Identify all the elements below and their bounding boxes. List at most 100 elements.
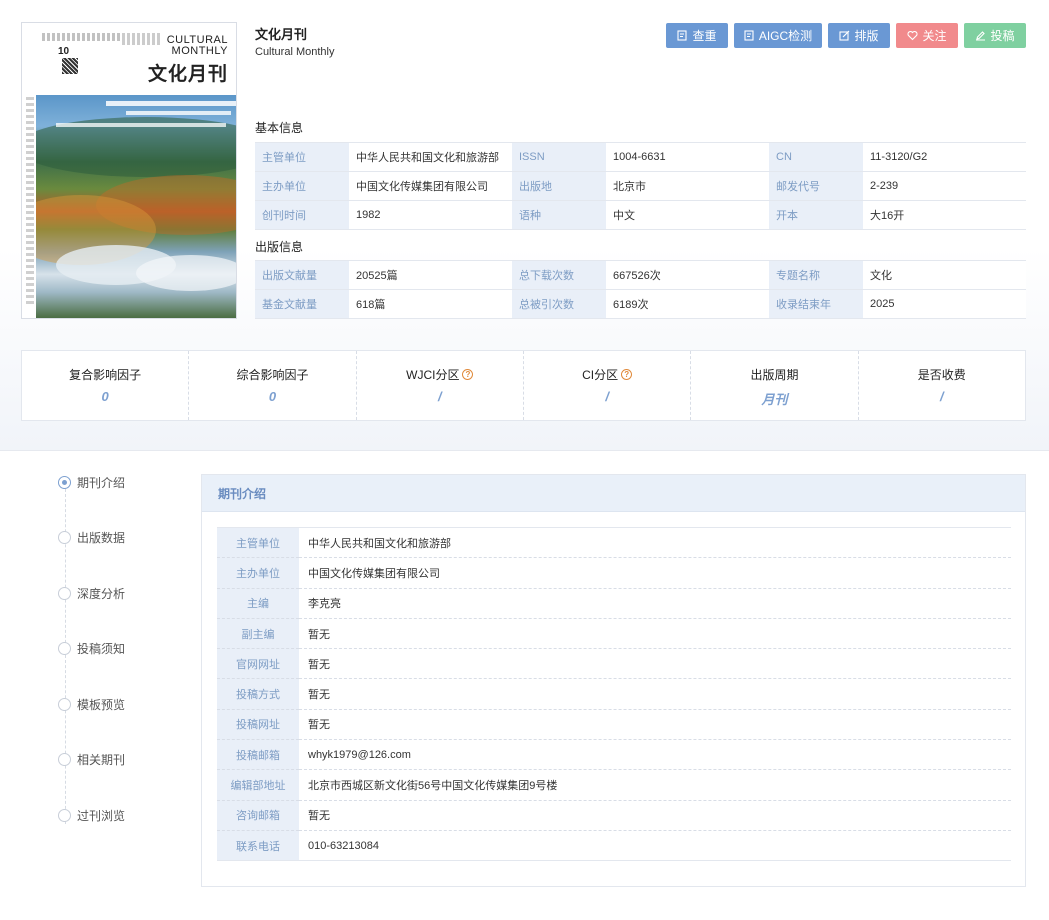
field-label: 邮发代号 xyxy=(769,171,863,201)
cover-masthead: 10 CULTURAL MONTHLY 文化月刊 xyxy=(22,23,236,93)
metric-label-text: 综合影响因子 xyxy=(236,368,309,382)
table-row: 投稿邮箱 whyk1979@126.com xyxy=(217,739,1011,770)
field-value: 中国文化传媒集团有限公司 xyxy=(299,557,1011,589)
nav-item-related-journals[interactable]: 相关期刊 xyxy=(58,749,125,769)
nav-item-label: 期刊介绍 xyxy=(77,475,126,490)
field-value: 20525篇 xyxy=(349,260,512,290)
radio-dot-icon xyxy=(58,808,71,822)
table-row: 编辑部地址 北京市西城区新文化街56号中国文化传媒集团9号楼 xyxy=(217,769,1011,801)
field-label: 收录结束年 xyxy=(769,289,863,319)
nav-item-deep-analysis[interactable]: 深度分析 xyxy=(58,583,125,603)
field-label: 主管单位 xyxy=(255,142,349,172)
field-value: whyk1979@126.com xyxy=(299,739,1011,770)
field-label: CN xyxy=(769,142,863,172)
table-row: 投稿方式 暂无 xyxy=(217,678,1011,710)
field-label: 投稿邮箱 xyxy=(217,739,299,770)
follow-button[interactable]: 关注 xyxy=(896,23,958,48)
journal-title: 文化月刊 xyxy=(255,27,308,42)
follow-label: 关注 xyxy=(922,29,947,43)
field-value: 中华人民共和国文化和旅游部 xyxy=(349,142,512,172)
metric-label: 是否收费 xyxy=(918,366,966,383)
section-divider xyxy=(0,450,1049,451)
radio-dot-icon xyxy=(58,530,71,544)
field-label: ISSN xyxy=(512,142,606,172)
field-label: 开本 xyxy=(769,200,863,230)
nav-item-journal-intro[interactable]: 期刊介绍 xyxy=(58,472,125,492)
field-value: 暂无 xyxy=(299,708,1011,740)
metric-label: 综合影响因子 xyxy=(236,366,308,383)
metric-label-text: WJCI分区 xyxy=(406,368,460,382)
nav-item-label: 相关期刊 xyxy=(77,752,126,767)
metric-value: 月刊 xyxy=(761,392,788,407)
nav-item-label: 投稿须知 xyxy=(77,641,126,656)
publishing-info-table: 出版文献量 20525篇 总下载次数 667526次 专题名称 文化 基金文献量… xyxy=(255,260,1026,319)
cover-chinese-title: 文化月刊 xyxy=(147,63,228,85)
field-value: 文化 xyxy=(863,260,1026,290)
submit-manuscript-button[interactable]: 投稿 xyxy=(964,23,1026,48)
aigc-detect-button[interactable]: AIGC检测 xyxy=(734,23,822,48)
plagiarism-check-button[interactable]: 查重 xyxy=(666,23,728,48)
field-value: 北京市西城区新文化街56号中国文化传媒集团9号楼 xyxy=(299,769,1011,801)
metric-label: CI分区? xyxy=(582,366,633,383)
basic-info-heading: 基本信息 xyxy=(255,121,304,135)
metrics-bar: 复合影响因子 0 综合影响因子 0 WJCI分区? / CI分区? / 出版周期… xyxy=(21,350,1026,421)
typesetting-button[interactable]: 排版 xyxy=(828,23,890,48)
publishing-info-heading: 出版信息 xyxy=(255,240,304,254)
journal-cover-image: 10 CULTURAL MONTHLY 文化月刊 xyxy=(21,22,237,319)
document-search-icon xyxy=(677,30,688,41)
journal-english-title: Cultural Monthly xyxy=(255,46,335,58)
cover-en-line2: MONTHLY xyxy=(171,45,228,57)
field-value: 暂无 xyxy=(299,799,1011,831)
panel-title: 期刊介绍 xyxy=(202,475,1025,512)
nav-item-template-preview[interactable]: 模板预览 xyxy=(58,694,125,714)
metric-value: / xyxy=(438,389,442,404)
table-row: 创刊时间 1982 语种 中文 开本 大16开 xyxy=(255,200,1026,230)
cover-fine-print xyxy=(42,33,122,41)
field-value: 2025 xyxy=(863,289,1026,319)
table-row: 主办单位 中国文化传媒集团有限公司 xyxy=(217,557,1011,589)
field-value: 1982 xyxy=(349,200,512,230)
help-icon[interactable]: ? xyxy=(621,369,633,380)
field-value: 667526次 xyxy=(606,260,769,290)
field-label: 编辑部地址 xyxy=(217,769,299,801)
table-row: 主管单位 中华人民共和国文化和旅游部 xyxy=(217,526,1011,558)
field-label: 主编 xyxy=(217,587,299,619)
cover-issue-number: 10 xyxy=(58,46,70,57)
radio-dot-icon xyxy=(58,586,71,600)
nav-item-past-issues[interactable]: 过刊浏览 xyxy=(58,805,125,825)
nav-item-publishing-data[interactable]: 出版数据 xyxy=(58,527,125,547)
journal-intro-table: 主管单位 中华人民共和国文化和旅游部 主办单位 中国文化传媒集团有限公司 主编 李克亮… xyxy=(217,526,1011,862)
nav-item-submission-guide[interactable]: 投稿须知 xyxy=(58,638,125,658)
radio-dot-icon xyxy=(58,641,71,655)
field-value: 暂无 xyxy=(299,617,1011,649)
metric-fee: 是否收费 / xyxy=(859,351,1025,420)
help-icon[interactable]: ? xyxy=(462,369,474,380)
nav-item-label: 出版数据 xyxy=(77,530,126,545)
field-value: 中文 xyxy=(606,200,769,230)
field-label: 官网网址 xyxy=(217,648,299,679)
metric-ci-zone: CI分区? / xyxy=(524,351,692,420)
field-value: 2-239 xyxy=(863,171,1026,201)
metric-label: WJCI分区? xyxy=(406,366,474,383)
field-label: 投稿方式 xyxy=(217,678,299,710)
table-row: 副主编 暂无 xyxy=(217,617,1011,649)
table-row: 投稿网址 暂无 xyxy=(217,708,1011,740)
field-label: 总下载次数 xyxy=(512,260,606,290)
edit-icon xyxy=(839,30,850,41)
field-label: 主管单位 xyxy=(217,526,299,558)
metric-publication-cycle: 出版周期 月刊 xyxy=(691,351,859,420)
field-label: 联系电话 xyxy=(217,829,299,862)
metric-label-text: 是否收费 xyxy=(917,368,966,382)
field-label: 咨询邮箱 xyxy=(217,799,299,831)
table-row: 基金文献量 618篇 总被引次数 6189次 收录结束年 2025 xyxy=(255,289,1026,319)
field-value: 北京市 xyxy=(606,171,769,201)
pen-icon xyxy=(975,30,986,41)
radio-dot-icon xyxy=(58,697,71,711)
cover-landscape-photo xyxy=(36,95,236,318)
submit-manuscript-label: 投稿 xyxy=(990,29,1015,43)
field-value: 618篇 xyxy=(349,289,512,319)
qr-code-icon xyxy=(62,58,78,74)
typesetting-label: 排版 xyxy=(854,29,879,43)
metric-label-text: 复合影响因子 xyxy=(69,368,142,382)
journal-intro-panel: 期刊介绍 主管单位 中华人民共和国文化和旅游部 主办单位 中国文化传媒集团有限公司 … xyxy=(201,474,1026,887)
